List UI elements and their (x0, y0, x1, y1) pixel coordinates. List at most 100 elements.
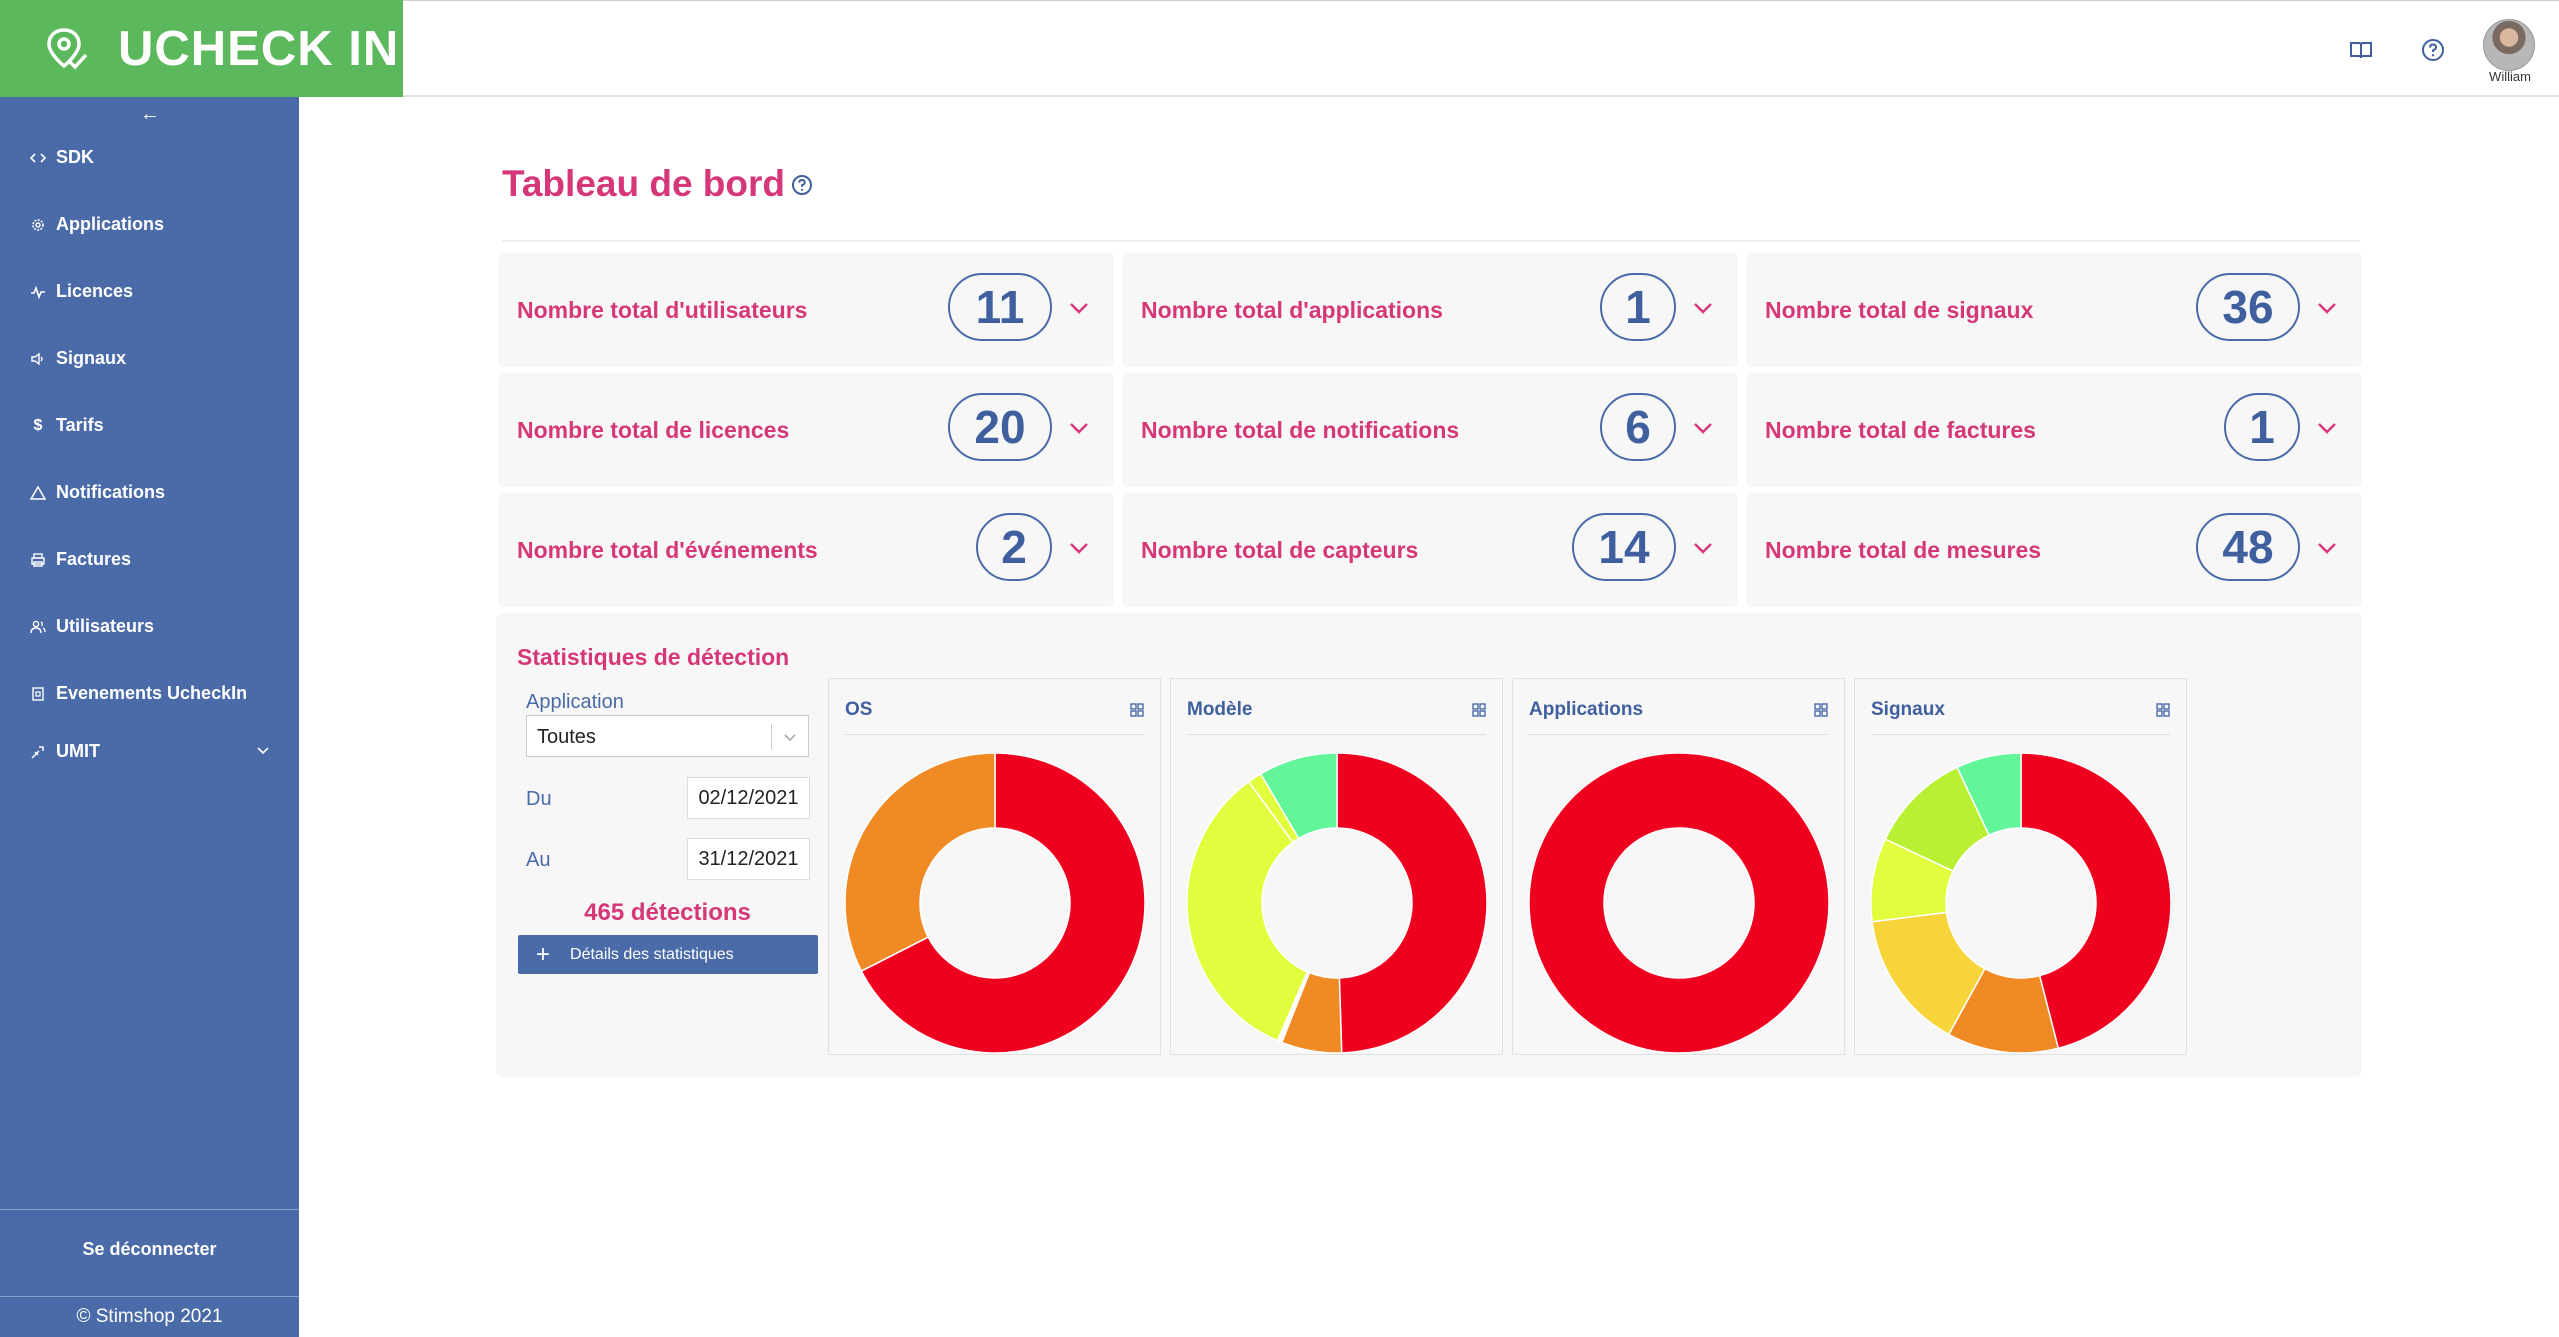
expand-grid-icon[interactable] (2156, 703, 2170, 717)
sidebar-item-label: Signaux (56, 348, 127, 368)
sidebar-item-applications[interactable]: Applications (30, 214, 270, 235)
app-logo[interactable]: UCHECK IN (0, 0, 403, 97)
signaux-donut-chart (1871, 753, 2171, 1053)
donut-slice[interactable] (1336, 753, 1487, 1053)
chart-card-modele: Modèle (1170, 678, 1503, 1055)
sidebar-item-label: UMIT (56, 741, 100, 761)
detection-stats-panel: Statistiques de détection Application To… (498, 615, 2360, 1075)
stat-value: 11 (948, 273, 1052, 341)
sidebar-item-evenements[interactable]: Evenements UcheckIn (30, 683, 270, 704)
expand-grid-icon[interactable] (1814, 703, 1828, 717)
top-bar: William (403, 0, 2559, 97)
chevron-down-icon[interactable] (2316, 297, 2338, 319)
stats-details-label: Détails des statistiques (570, 945, 734, 963)
sidebar: ← SDK Applications Licences Signaux $ Ta… (0, 97, 299, 1337)
to-date-input[interactable]: 31/12/2021 (687, 838, 810, 880)
sidebar-divider (0, 1209, 299, 1210)
brand-name: UCHECK IN (118, 21, 400, 76)
sidebar-item-licences[interactable]: Licences (30, 281, 270, 302)
warning-icon (30, 485, 46, 501)
stat-card-capteurs: Nombre total de capteurs 14 (1124, 495, 1736, 605)
stat-value: 6 (1600, 393, 1676, 461)
collapse-sidebar-icon[interactable]: ← (140, 103, 160, 126)
sidebar-item-notifications[interactable]: Notifications (30, 482, 270, 503)
application-select[interactable]: Toutes (526, 715, 809, 757)
activity-icon (30, 284, 46, 300)
dollar-icon: $ (33, 416, 43, 434)
sidebar-item-label: SDK (56, 147, 95, 167)
chevron-down-icon[interactable] (2316, 537, 2338, 559)
expand-grid-icon[interactable] (1472, 703, 1486, 717)
chart-card-signaux: Signaux (1854, 678, 2187, 1055)
os-donut-chart (845, 753, 1145, 1053)
page-title: Tableau de bord (502, 163, 786, 204)
sidebar-item-umit[interactable]: UMIT (30, 741, 270, 762)
detections-count: 465 détections (584, 899, 751, 926)
help-icon[interactable] (791, 174, 813, 196)
stat-value: 48 (2196, 513, 2300, 581)
sidebar-item-utilisateurs[interactable]: Utilisateurs (30, 616, 270, 637)
stat-label: Nombre total d'événements (517, 537, 818, 563)
applications-donut-chart (1529, 753, 1829, 1053)
stat-value: 2 (976, 513, 1052, 581)
stat-label: Nombre total de capteurs (1141, 537, 1419, 563)
chevron-down-icon (256, 741, 270, 762)
stat-card-licences: Nombre total de licences 20 (500, 375, 1112, 485)
modele-donut-chart (1187, 753, 1487, 1053)
chart-divider (1187, 734, 1486, 735)
sidebar-item-label: Factures (56, 549, 132, 569)
application-select-value: Toutes (537, 726, 596, 748)
expand-grid-icon[interactable] (1130, 703, 1144, 717)
avatar[interactable] (2483, 19, 2535, 71)
select-divider (771, 724, 772, 749)
copyright: © Stimshop 2021 (76, 1306, 223, 1327)
stat-label: Nombre total de notifications (1141, 417, 1460, 443)
stat-label: Nombre total d'applications (1141, 297, 1443, 323)
stat-label: Nombre total de factures (1765, 417, 2036, 443)
chart-title: OS (845, 699, 873, 720)
stats-details-button[interactable]: + Détails des statistiques (518, 935, 818, 974)
chevron-down-icon[interactable] (1068, 537, 1090, 559)
stat-value: 1 (2224, 393, 2300, 461)
sidebar-item-sdk[interactable]: SDK (30, 147, 270, 168)
stat-card-notifications: Nombre total de notifications 6 (1124, 375, 1736, 485)
chart-card-applications: Applications (1512, 678, 1845, 1055)
sidebar-item-tarifs[interactable]: $ Tarifs (30, 415, 270, 436)
sidebar-item-signaux[interactable]: Signaux (30, 348, 270, 369)
stat-label: Nombre total de signaux (1765, 297, 2034, 323)
book-icon[interactable] (2348, 37, 2374, 63)
umit-icon (30, 744, 46, 760)
chevron-down-icon[interactable] (1692, 417, 1714, 439)
help-icon[interactable] (2420, 37, 2446, 63)
sidebar-item-label: Evenements UcheckIn (56, 683, 248, 703)
stats-title: Statistiques de détection (517, 644, 790, 670)
chevron-down-icon[interactable] (1692, 537, 1714, 559)
stat-label: Nombre total de licences (517, 417, 790, 443)
chevron-down-icon[interactable] (1068, 417, 1090, 439)
chart-divider (1871, 734, 2170, 735)
stat-card-users: Nombre total d'utilisateurs 11 (500, 255, 1112, 365)
sidebar-item-label: Applications (56, 214, 165, 234)
sidebar-item-factures[interactable]: Factures (30, 549, 270, 570)
code-icon (30, 150, 46, 166)
donut-slice[interactable] (845, 753, 996, 973)
title-divider (502, 240, 2360, 242)
stat-card-applications: Nombre total d'applications 1 (1124, 255, 1736, 365)
donut-slice[interactable] (1529, 753, 1829, 1053)
chevron-down-icon[interactable] (2316, 417, 2338, 439)
stat-card-evenements: Nombre total d'événements 2 (500, 495, 1112, 605)
sidebar-item-label: Utilisateurs (56, 616, 155, 636)
application-label: Application (526, 691, 624, 713)
logout-button[interactable]: Se déconnecter (0, 1239, 299, 1260)
users-icon (30, 619, 46, 635)
from-date-input[interactable]: 02/12/2021 (687, 777, 810, 819)
stat-card-factures: Nombre total de factures 1 (1748, 375, 2360, 485)
from-label: Du (526, 788, 552, 810)
stat-card-signaux: Nombre total de signaux 36 (1748, 255, 2360, 365)
chevron-down-icon[interactable] (1692, 297, 1714, 319)
stat-value: 36 (2196, 273, 2300, 341)
sidebar-divider (0, 1296, 299, 1297)
chevron-down-icon[interactable] (1068, 297, 1090, 319)
stat-value: 14 (1572, 513, 1676, 581)
stat-card-mesures: Nombre total de mesures 48 (1748, 495, 2360, 605)
